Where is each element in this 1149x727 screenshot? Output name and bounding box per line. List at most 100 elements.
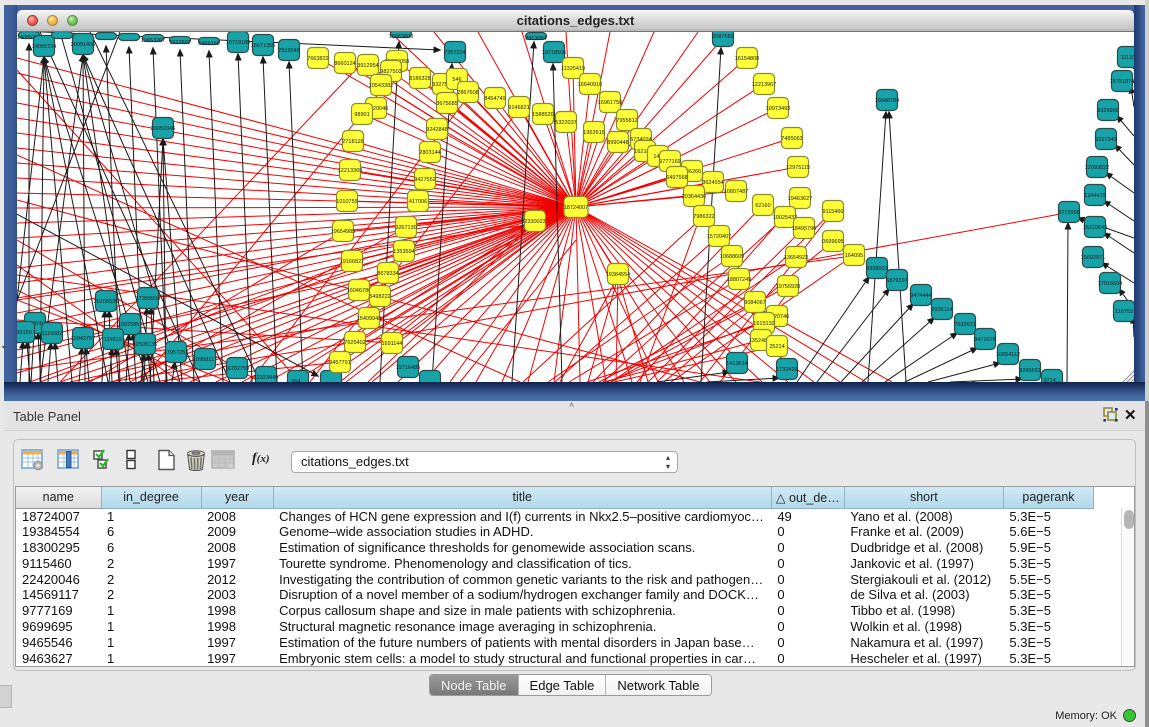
svg-text:964...: 964... [291, 379, 305, 382]
svg-text:10719185: 10719185 [226, 40, 250, 46]
svg-text:3912954: 3912954 [357, 63, 378, 69]
svg-text:6497568: 6497568 [666, 175, 687, 181]
svg-text:8813054: 8813054 [525, 36, 546, 42]
svg-text:12213369: 12213369 [338, 168, 362, 174]
svg-text:16210643: 16210643 [1083, 225, 1107, 231]
svg-text:10807487: 10807487 [724, 189, 748, 195]
svg-text:10654112: 10654112 [996, 352, 1020, 358]
svg-text:16782759: 16782759 [225, 366, 249, 372]
svg-text:20364436: 20364436 [682, 194, 706, 200]
svg-text:7357224: 7357224 [444, 50, 465, 56]
svg-text:18724007: 18724007 [564, 205, 588, 211]
svg-text:15720407: 15720407 [707, 234, 731, 240]
svg-text:114519: 114519 [104, 337, 122, 343]
svg-text:11325419: 11325419 [561, 66, 585, 72]
svg-text:7955812: 7955812 [616, 118, 637, 124]
svg-text:10975857: 10975857 [118, 322, 142, 328]
svg-text:9115460: 9115460 [822, 209, 843, 215]
svg-text:5498222: 5498222 [369, 294, 390, 300]
svg-text:1413614: 1413614 [726, 361, 747, 367]
svg-text:8938923: 8938923 [866, 266, 887, 272]
svg-text:2718126: 2718126 [342, 139, 363, 145]
svg-text:9227343: 9227343 [1095, 137, 1116, 143]
svg-text:9457791: 9457791 [329, 360, 350, 366]
svg-text:10958117: 10958117 [193, 357, 217, 363]
svg-text:1010755: 1010755 [336, 199, 357, 205]
svg-text:3215958: 3215958 [1058, 210, 1079, 216]
svg-text:9777169: 9777169 [659, 159, 680, 165]
svg-text:14055724: 14055724 [32, 44, 56, 50]
svg-text:11120: 11120 [1121, 55, 1134, 61]
svg-text:19218506: 19218506 [542, 50, 566, 56]
svg-text:8990448: 8990448 [607, 140, 628, 146]
svg-text:19463627: 19463627 [788, 196, 812, 202]
svg-text:3624554: 3624554 [702, 180, 723, 186]
svg-text:16640910: 16640910 [578, 82, 602, 88]
svg-text:16671355: 16671355 [251, 43, 275, 49]
svg-text:12975115: 12975115 [786, 165, 810, 171]
svg-text:98901: 98901 [354, 112, 369, 118]
svg-text:2867608: 2867608 [457, 90, 478, 96]
svg-text:3675685: 3675685 [436, 101, 457, 107]
svg-text:19756928: 19756928 [776, 284, 800, 290]
svg-text:15692971: 15692971 [1081, 255, 1105, 261]
svg-text:1588520: 1588520 [532, 112, 553, 118]
svg-text:1733426: 1733426 [776, 367, 797, 373]
svg-text:15716485: 15716485 [396, 365, 420, 371]
svg-text:116753: 116753 [1115, 309, 1133, 315]
svg-text:9427552: 9427552 [414, 177, 435, 183]
svg-text:19384554: 19384554 [606, 272, 630, 278]
svg-text:10688609: 10688609 [720, 254, 744, 260]
svg-text:19166827: 19166827 [340, 259, 364, 265]
svg-text:25214: 25214 [769, 344, 784, 350]
svg-text:16154808: 16154808 [735, 56, 759, 62]
svg-text:10653267: 10653267 [141, 38, 165, 44]
svg-text:2935114: 2935114 [931, 307, 952, 313]
svg-text:12213967: 12213967 [752, 82, 776, 88]
svg-text:9474444: 9474444 [910, 293, 931, 299]
svg-text:16046786: 16046786 [347, 288, 371, 294]
svg-text:15751074: 15751074 [1110, 79, 1134, 85]
svg-text:1115682: 1115682 [42, 331, 63, 337]
svg-text:2803144: 2803144 [419, 150, 440, 156]
svg-text:12505135: 12505135 [133, 342, 157, 348]
svg-text:8678334: 8678334 [377, 271, 398, 277]
svg-text:164095: 164095 [845, 253, 863, 259]
svg-text:1615132: 1615132 [753, 321, 774, 327]
svg-text:17957253: 17957253 [164, 350, 188, 356]
svg-text:18807249: 18807249 [727, 277, 751, 283]
svg-text:3267130: 3267130 [395, 225, 416, 231]
svg-text:10543382: 10543382 [369, 83, 393, 89]
svg-text:7632621: 7632621 [954, 322, 975, 328]
svg-text:7986322: 7986322 [693, 214, 714, 220]
svg-text:15409948: 15409948 [357, 316, 381, 322]
svg-text:9329966: 9329966 [1097, 108, 1118, 114]
svg-text:16648784: 16648784 [875, 98, 899, 104]
svg-text:6879197: 6879197 [886, 278, 907, 284]
svg-text:1691144: 1691144 [381, 341, 402, 347]
svg-text:1244415: 1244415 [1084, 193, 1105, 199]
svg-text:10973493: 10973493 [766, 106, 790, 112]
svg-text:7663822: 7663822 [307, 56, 328, 62]
svg-text:9245652: 9245652 [1019, 368, 1040, 374]
svg-text:2087682: 2087682 [712, 34, 733, 40]
svg-text:9084067: 9084067 [744, 300, 765, 306]
svg-text:20091406: 20091406 [71, 42, 95, 48]
svg-text:12942757: 12942757 [71, 336, 95, 342]
svg-text:9714...: 9714... [1044, 378, 1061, 382]
svg-text:1353594: 1353594 [393, 249, 414, 255]
svg-text:417006: 417006 [409, 199, 427, 205]
svg-text:17016504: 17016504 [1098, 281, 1122, 287]
svg-text:7625402: 7625402 [344, 340, 365, 346]
svg-text:8471676: 8471676 [974, 337, 995, 343]
svg-text:8186328: 8186328 [409, 76, 430, 82]
svg-text:8660124: 8660124 [334, 61, 355, 67]
svg-text:5322037: 5322037 [555, 120, 576, 126]
svg-text:13654923: 13654923 [784, 255, 808, 261]
svg-text:7485063: 7485063 [781, 136, 802, 142]
svg-text:62160: 62160 [755, 203, 770, 209]
svg-text:12093822: 12093822 [1085, 165, 1109, 171]
svg-text:39159: 39159 [17, 330, 32, 336]
svg-text:7515546: 7515546 [278, 48, 299, 54]
svg-text:0699695: 0699695 [822, 239, 843, 245]
